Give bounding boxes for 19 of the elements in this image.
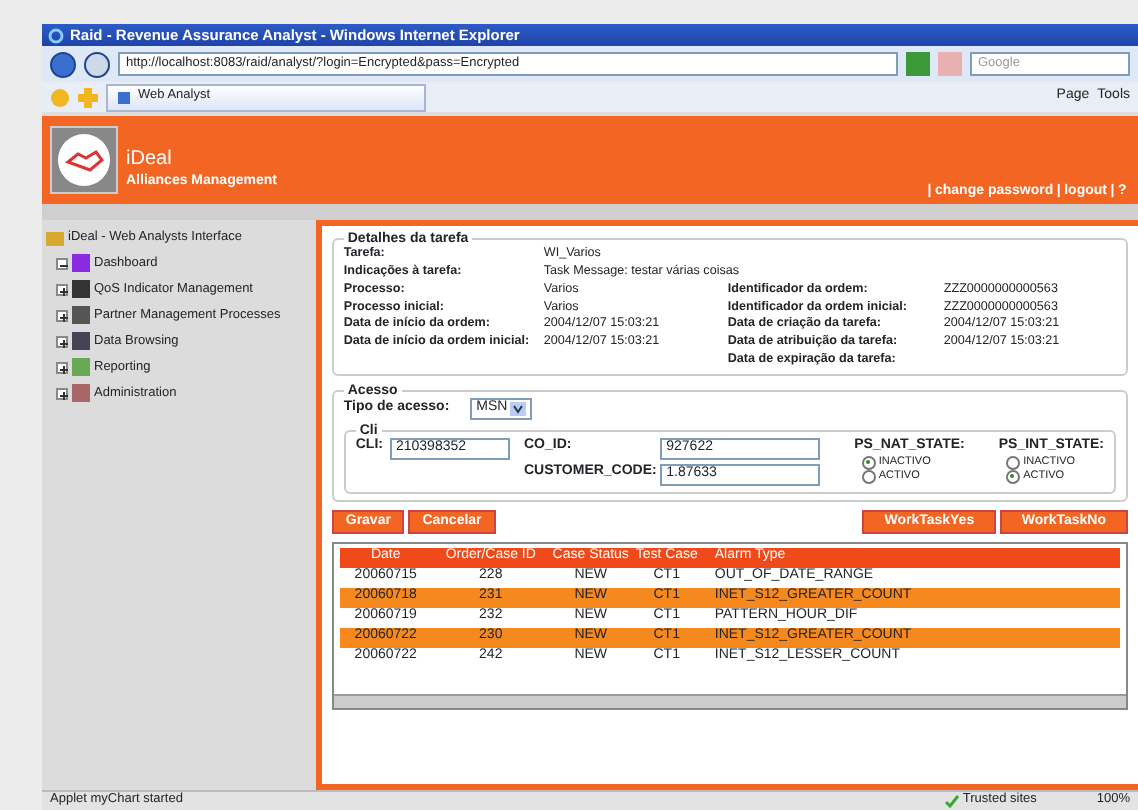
expander-icon[interactable] bbox=[56, 361, 68, 374]
browser-icon bbox=[48, 27, 64, 43]
caret-icon bbox=[510, 402, 527, 417]
brand-name: iDeal bbox=[126, 148, 174, 173]
forward-button[interactable] bbox=[84, 51, 110, 77]
back-button[interactable] bbox=[50, 51, 76, 77]
check-icon bbox=[943, 794, 960, 808]
folder-icon bbox=[46, 230, 64, 247]
expander-icon[interactable] bbox=[56, 387, 68, 400]
expander-icon[interactable] bbox=[56, 257, 68, 270]
radio-button[interactable] bbox=[1005, 469, 1020, 484]
radio-button[interactable] bbox=[861, 455, 876, 470]
radio-button[interactable] bbox=[1005, 455, 1020, 470]
expander-icon[interactable] bbox=[56, 283, 68, 296]
radio-button[interactable] bbox=[861, 469, 876, 484]
expander-icon[interactable] bbox=[56, 335, 68, 348]
expander-icon[interactable] bbox=[56, 309, 68, 322]
page-icon bbox=[116, 89, 132, 105]
horizontal-scrollbar[interactable] bbox=[333, 693, 1126, 708]
